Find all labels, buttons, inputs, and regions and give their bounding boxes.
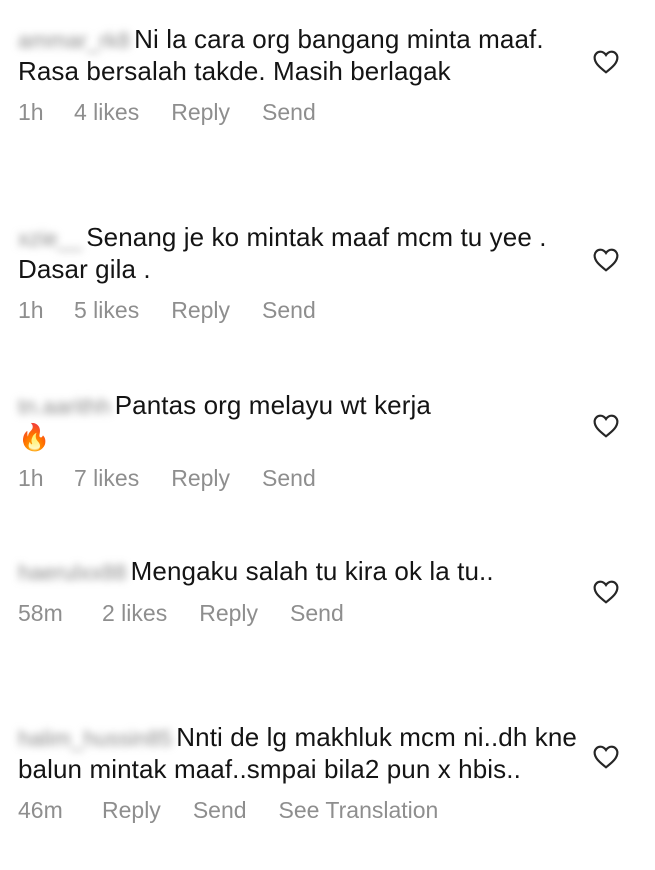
comment-meta: 1h 4 likes Reply Send (18, 99, 578, 126)
reply-button[interactable]: Reply (102, 797, 161, 824)
reply-button[interactable]: Reply (171, 465, 230, 492)
comment-meta: 1h 7 likes Reply Send (18, 465, 578, 492)
comment-username[interactable]: xzie__ (18, 223, 82, 254)
comment-likes[interactable]: 2 likes (102, 600, 167, 627)
comment-text: Pantas org melayu wt kerja (114, 390, 431, 420)
reply-button[interactable]: Reply (171, 297, 230, 324)
comment-text-block: xzie__ Senang je ko mintak maaf mcm tu ye… (18, 222, 578, 285)
comment-time: 1h (18, 465, 44, 491)
comment-item: halim_hussin85 Nnti de lg makhluk mcm ni.… (18, 722, 578, 824)
comment-meta: 1h 5 likes Reply Send (18, 297, 578, 324)
comment-meta: 46m Reply Send See Translation (18, 797, 578, 824)
reply-button[interactable]: Reply (199, 600, 258, 627)
comment-likes[interactable]: 5 likes (74, 297, 139, 324)
comment-item: ammar_rk8 Ni la cara org bangang minta ma… (18, 24, 578, 126)
send-button[interactable]: Send (262, 297, 316, 324)
comment-likes[interactable]: 7 likes (74, 465, 139, 492)
comment-text-block: tn.aarithh Pantas org melayu wt kerja 🔥 (18, 390, 578, 453)
comment-text-block: haerulxx88 Mengaku salah tu kira ok la tu… (18, 556, 578, 588)
comment-username[interactable]: haerulxx88 (18, 557, 127, 588)
comment-item: tn.aarithh Pantas org melayu wt kerja 🔥 1… (18, 390, 578, 492)
comment-username[interactable]: tn.aarithh (18, 391, 111, 422)
comment-text: Mengaku salah tu kira ok la tu.. (130, 556, 494, 586)
comment-time: 46m (18, 797, 63, 823)
comment-text: Senang je ko mintak maaf mcm tu yee . Da… (18, 222, 547, 284)
reply-button[interactable]: Reply (171, 99, 230, 126)
comment-time: 58m (18, 600, 63, 626)
heart-outline-icon[interactable] (593, 414, 619, 438)
send-button[interactable]: Send (290, 600, 344, 627)
heart-outline-icon[interactable] (593, 248, 619, 272)
heart-outline-icon[interactable] (593, 745, 619, 769)
comment-time: 1h (18, 297, 44, 323)
heart-outline-icon[interactable] (593, 580, 619, 604)
comment-text-block: ammar_rk8 Ni la cara org bangang minta ma… (18, 24, 578, 87)
send-button[interactable]: Send (193, 797, 247, 824)
heart-outline-icon[interactable] (593, 50, 619, 74)
comment-time: 1h (18, 99, 44, 125)
comment-item: xzie__ Senang je ko mintak maaf mcm tu ye… (18, 222, 578, 324)
send-button[interactable]: Send (262, 465, 316, 492)
comment-likes[interactable]: 4 likes (74, 99, 139, 126)
fire-emoji-icon: 🔥 (18, 422, 51, 452)
see-translation-button[interactable]: See Translation (279, 797, 439, 824)
comment-item: haerulxx88 Mengaku salah tu kira ok la tu… (18, 556, 578, 627)
comment-username[interactable]: halim_hussin85 (18, 723, 172, 754)
comment-username[interactable]: ammar_rk8 (18, 25, 130, 56)
comment-meta: 58m 2 likes Reply Send (18, 600, 578, 627)
send-button[interactable]: Send (262, 99, 316, 126)
comment-text-block: halim_hussin85 Nnti de lg makhluk mcm ni.… (18, 722, 578, 785)
